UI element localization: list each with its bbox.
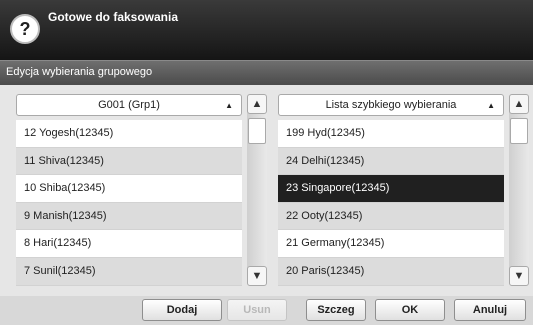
scroll-thumb[interactable]	[510, 118, 528, 144]
button-bar: Dodaj Usun Szczeg OK Anuluj	[0, 296, 533, 325]
speed-dial-list: 199 Hyd(12345) 24 Delhi(12345) 23 Singap…	[278, 120, 504, 286]
caret-up-icon: ▲	[225, 101, 233, 110]
add-button[interactable]: Dodaj	[142, 299, 222, 321]
speed-dial-dropdown-label: Lista szybkiego wybierania	[325, 99, 457, 111]
caret-up-icon: ▲	[487, 101, 495, 110]
right-scrollbar[interactable]: ▲ ▼	[509, 94, 529, 286]
list-item[interactable]: 199 Hyd(12345)	[278, 120, 504, 148]
remove-button[interactable]: Usun	[227, 299, 287, 321]
status-text: Gotowe do faksowania	[48, 10, 179, 24]
fax-group-dial-screen: ? Gotowe do faksowania Edycja wybierania…	[0, 0, 533, 325]
speed-dial-panel: Lista szybkiego wybierania ▲ 199 Hyd(123…	[278, 94, 533, 286]
title-bar: Edycja wybierania grupowego	[0, 60, 533, 85]
scroll-down-icon[interactable]: ▼	[247, 266, 267, 286]
left-scrollbar[interactable]: ▲ ▼	[247, 94, 267, 286]
list-item[interactable]: 11 Shiva(12345)	[16, 147, 242, 176]
scroll-thumb[interactable]	[248, 118, 266, 144]
list-item-selected[interactable]: 23 Singapore(12345)	[278, 175, 504, 203]
help-icon[interactable]: ?	[10, 14, 40, 44]
list-item[interactable]: 10 Shiba(12345)	[16, 175, 242, 203]
list-item[interactable]: 9 Manish(12345)	[16, 202, 242, 231]
list-item[interactable]: 7 Sunil(12345)	[16, 257, 242, 286]
group-dropdown[interactable]: G001 (Grp1) ▲	[16, 94, 242, 116]
list-item[interactable]: 12 Yogesh(12345)	[16, 120, 242, 148]
top-status-bar: ? Gotowe do faksowania	[0, 0, 533, 60]
list-item[interactable]: 8 Hari(12345)	[16, 230, 242, 258]
speed-dial-dropdown[interactable]: Lista szybkiego wybierania ▲	[278, 94, 504, 116]
list-item[interactable]: 22 Ooty(12345)	[278, 202, 504, 231]
list-item[interactable]: 21 Germany(12345)	[278, 230, 504, 258]
scroll-up-icon[interactable]: ▲	[509, 94, 529, 114]
group-member-list: 12 Yogesh(12345) 11 Shiva(12345) 10 Shib…	[16, 120, 242, 286]
group-dropdown-label: G001 (Grp1)	[98, 99, 160, 111]
cancel-button[interactable]: Anuluj	[454, 299, 526, 321]
list-item[interactable]: 20 Paris(12345)	[278, 257, 504, 286]
scroll-up-icon[interactable]: ▲	[247, 94, 267, 114]
group-members-panel: G001 (Grp1) ▲ 12 Yogesh(12345) 11 Shiva(…	[16, 94, 274, 286]
page-title: Edycja wybierania grupowego	[6, 66, 153, 78]
scroll-down-icon[interactable]: ▼	[509, 266, 529, 286]
details-button[interactable]: Szczeg	[306, 299, 366, 321]
list-item[interactable]: 24 Delhi(12345)	[278, 147, 504, 176]
ok-button[interactable]: OK	[375, 299, 445, 321]
